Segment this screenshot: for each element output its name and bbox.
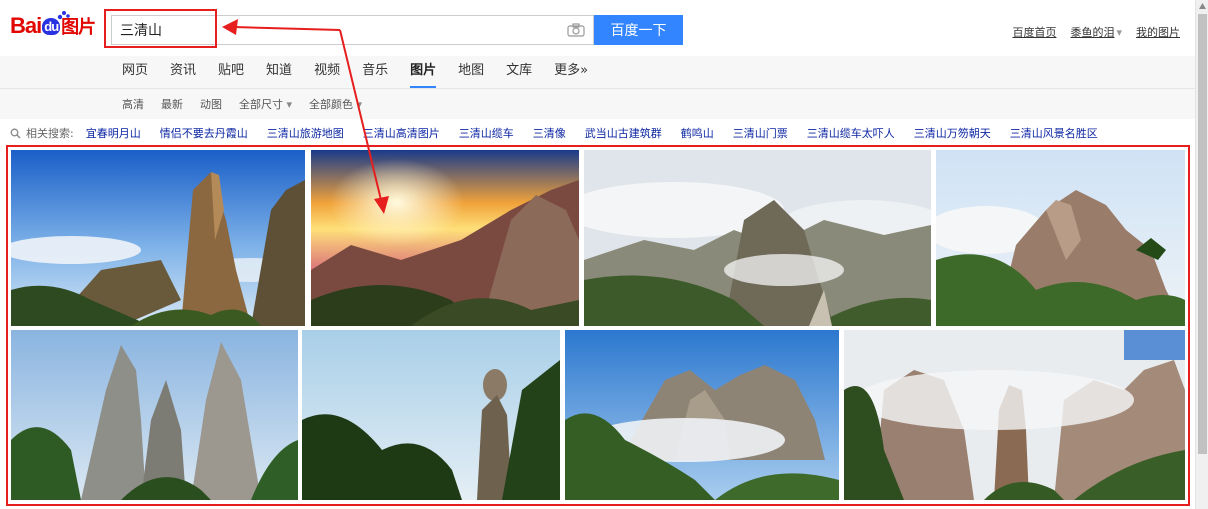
nav-tab[interactable]: 更多» — [554, 62, 588, 88]
related-search-link[interactable]: 三清山门票 — [733, 125, 788, 141]
image-result[interactable] — [302, 330, 560, 500]
filter-option[interactable]: 全部颜色 — [309, 96, 362, 112]
search-icon — [10, 128, 21, 138]
filter-option[interactable]: 高清 — [122, 96, 144, 112]
annotation-highlight-box — [104, 9, 217, 48]
logo-text-bai: Bai — [10, 13, 42, 38]
image-result[interactable] — [11, 150, 305, 326]
image-result[interactable] — [844, 330, 1185, 500]
filter-option[interactable]: 动图 — [200, 96, 222, 112]
nav-tab[interactable]: 图片 — [410, 62, 437, 88]
mountain-image — [11, 150, 305, 326]
nav-bar: 网页 资讯 贴吧 知道 视频 音乐 图片 地图 文库 更多» — [0, 56, 1195, 89]
related-searches-label: 相关搜索: — [26, 127, 74, 140]
image-result[interactable] — [565, 330, 839, 500]
nav-tab[interactable]: 知道 — [266, 62, 292, 88]
top-links: 百度首页 黍鱼的泪 我的图片 — [1012, 24, 1180, 40]
nav-tab[interactable]: 地图 — [458, 62, 484, 88]
nav-tab[interactable]: 音乐 — [362, 62, 388, 88]
image-result[interactable] — [311, 150, 579, 326]
related-search-link[interactable]: 武当山古建筑群 — [585, 125, 662, 141]
related-search-link[interactable]: 情侣不要去丹霞山 — [160, 125, 248, 141]
filter-bar: 高清 最新 动图 全部尺寸 全部颜色 — [0, 89, 1195, 119]
related-links: 宜春明月山 情侣不要去丹霞山 三清山旅游地图 三清山高清图片 三清山缆车 三清像 武当山古建… — [86, 125, 1117, 141]
related-search-link[interactable]: 三清像 — [533, 125, 566, 141]
search-button[interactable]: 百度一下 — [594, 15, 683, 45]
nav-tab[interactable]: 资讯 — [170, 62, 196, 88]
related-search-link[interactable]: 三清山风景名胜区 — [1010, 125, 1098, 141]
mountain-image — [936, 150, 1185, 326]
related-search-link[interactable]: 鹤鸣山 — [681, 125, 714, 141]
my-images-link[interactable]: 我的图片 — [1136, 24, 1180, 40]
image-result[interactable] — [936, 150, 1185, 326]
vertical-scrollbar[interactable] — [1195, 0, 1208, 509]
user-menu-link[interactable]: 黍鱼的泪 — [1070, 24, 1122, 40]
related-search-link[interactable]: 三清山旅游地图 — [267, 125, 344, 141]
scroll-up-icon[interactable] — [1198, 2, 1207, 10]
filter-option[interactable]: 全部尺寸 — [239, 96, 292, 112]
nav-tab[interactable]: 文库 — [506, 62, 532, 88]
scrollbar-thumb[interactable] — [1198, 14, 1207, 454]
nav-tab[interactable]: 贴吧 — [218, 62, 244, 88]
mountain-image — [311, 150, 579, 326]
mountain-image — [844, 330, 1185, 500]
image-result[interactable] — [11, 330, 298, 500]
mountain-image — [11, 330, 298, 500]
related-search-link[interactable]: 三清山高清图片 — [363, 125, 440, 141]
related-search-link[interactable]: 三清山万笏朝天 — [914, 125, 991, 141]
mountain-image — [584, 150, 931, 326]
paw-icon — [57, 11, 70, 20]
camera-icon[interactable] — [567, 23, 585, 37]
filter-option[interactable]: 最新 — [161, 96, 183, 112]
nav-tab[interactable]: 视频 — [314, 62, 340, 88]
related-searches: 相关搜索: 宜春明月山 情侣不要去丹霞山 三清山旅游地图 三清山高清图片 三清山缆车 三清… — [10, 125, 1117, 141]
related-search-link[interactable]: 三清山缆车 — [459, 125, 514, 141]
nav-tab[interactable]: 网页 — [122, 62, 148, 88]
baidu-home-link[interactable]: 百度首页 — [1012, 24, 1056, 40]
related-search-link[interactable]: 三清山缆车太吓人 — [807, 125, 895, 141]
mountain-image — [565, 330, 839, 500]
related-search-link[interactable]: 宜春明月山 — [86, 125, 141, 141]
image-result[interactable] — [584, 150, 931, 326]
nav-tabs: 网页 资讯 贴吧 知道 视频 音乐 图片 地图 文库 更多» — [122, 62, 610, 88]
filters: 高清 最新 动图 全部尺寸 全部颜色 — [122, 96, 379, 112]
mountain-image — [302, 330, 560, 500]
